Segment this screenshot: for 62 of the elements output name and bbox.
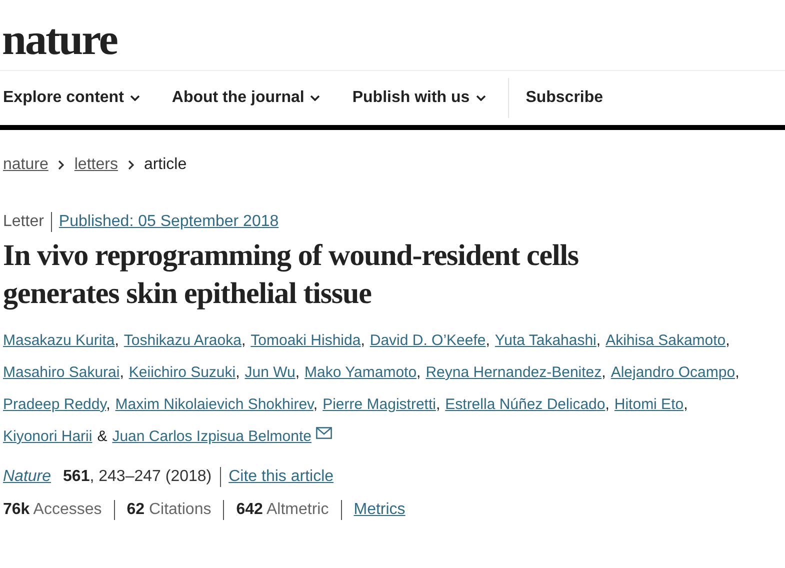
author-link[interactable]: Pierre Magistretti (322, 396, 436, 413)
author-separator: & (97, 428, 108, 445)
author-link[interactable]: Tomoaki Hishida (250, 332, 361, 349)
journal-link[interactable]: Nature (3, 468, 52, 486)
author-link[interactable]: Juan Carlos Izpisua Belmonte (112, 428, 312, 445)
chevron-icon (58, 160, 64, 170)
breadcrumb-link[interactable]: nature (3, 156, 48, 174)
author-link[interactable]: Masahiro Sakurai (3, 364, 120, 381)
author-separator: , (106, 396, 110, 413)
volume: 561 (63, 468, 90, 486)
metric: 76k Accesses (3, 501, 102, 519)
nav-item[interactable]: About the journal (168, 89, 324, 107)
author-link[interactable]: Hitomi Eto (614, 396, 684, 413)
author-separator: , (735, 364, 740, 381)
author-separator: , (236, 364, 240, 381)
author-separator: , (486, 332, 490, 349)
nav-item[interactable]: Publish with us (348, 89, 490, 107)
author-link[interactable]: Maxim Nikolaievich Shokhirev (115, 396, 314, 413)
chevron-down-icon (310, 95, 320, 101)
author-link[interactable]: Toshikazu Araoka (124, 332, 242, 349)
author-link[interactable]: Yuta Takahashi (494, 332, 596, 349)
article-title: In vivo reprogramming of wound-resident cells generates skin epithelial tissue (3, 238, 580, 312)
chevron-down-icon (130, 95, 140, 101)
author-separator: , (596, 332, 601, 349)
author-separator: , (605, 396, 610, 413)
author-separator: , (360, 332, 365, 349)
author-link[interactable]: Masakazu Kurita (3, 332, 115, 349)
metrics-link[interactable]: Metrics (354, 501, 406, 519)
page-range: , 243–247 (2018) (90, 468, 212, 486)
author-link[interactable]: Estrella Núñez Delicado (445, 396, 606, 413)
author-separator: , (726, 332, 730, 349)
author-separator: , (241, 332, 246, 349)
author-link[interactable]: Mako Yamamoto (304, 364, 417, 381)
author-link[interactable]: Reyna Hernandez-Benitez (426, 364, 602, 381)
metric: 642 Altmetric (236, 501, 329, 519)
author-separator: , (313, 396, 318, 413)
email-icon[interactable] (316, 427, 332, 439)
breadcrumb-current: article (144, 156, 187, 174)
nav-item[interactable]: Subscribe (522, 89, 608, 107)
chevron-down-icon (476, 95, 486, 101)
nature-logo[interactable]: nature (0, 0, 117, 66)
article-type: Letter (3, 213, 44, 231)
chevron-icon (128, 160, 134, 170)
author-separator: , (416, 364, 421, 381)
breadcrumb-link[interactable]: letters (74, 156, 118, 174)
author-link[interactable]: Jun Wu (244, 364, 296, 381)
author-link[interactable]: Keiichiro Suzuki (128, 364, 236, 381)
author-separator: , (114, 332, 119, 349)
author-link[interactable]: Kiyonori Harii (3, 428, 92, 445)
nav-item[interactable]: Explore content (0, 89, 144, 107)
author-link[interactable]: Pradeep Reddy (3, 396, 106, 413)
author-separator: , (684, 396, 688, 413)
author-link[interactable]: Akihisa Sakamoto (606, 332, 726, 349)
author-separator: , (295, 364, 300, 381)
author-separator: , (602, 364, 606, 381)
author-separator: , (436, 396, 440, 413)
author-separator: , (120, 364, 124, 381)
cite-link[interactable]: Cite this article (228, 468, 334, 486)
published-date-link[interactable]: Published: 05 September 2018 (58, 213, 279, 231)
author-link[interactable]: David D. O’Keefe (370, 332, 486, 349)
author-link[interactable]: Alejandro Ocampo (610, 364, 736, 381)
metric: 62 Citations (126, 501, 212, 519)
